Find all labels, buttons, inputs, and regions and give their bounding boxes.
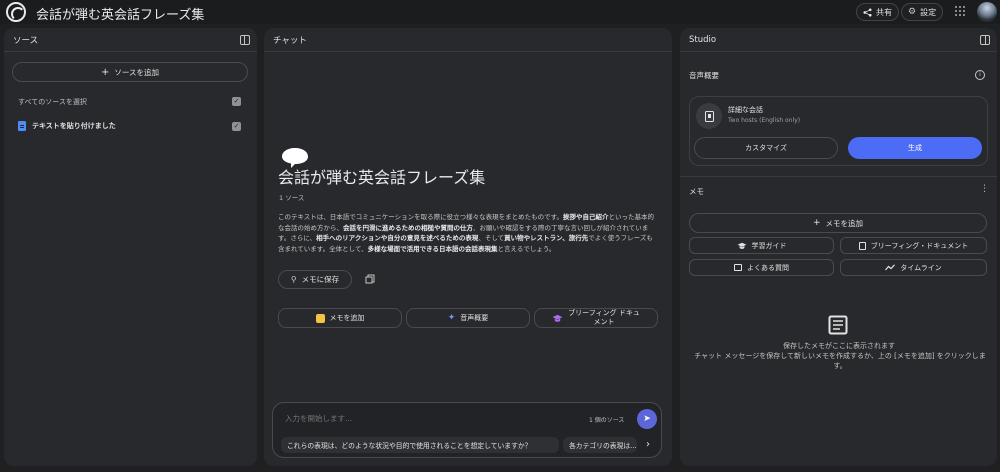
select-all-checkbox[interactable]: ✓ xyxy=(232,97,241,106)
source-item-checkbox[interactable]: ✓ xyxy=(232,122,241,131)
timeline-label: タイムライン xyxy=(900,263,942,272)
customize-button[interactable]: カスタマイズ xyxy=(694,137,838,159)
audio-file-icon xyxy=(696,103,722,129)
briefing-document-button[interactable]: ブリーフィング・ドキュメント xyxy=(840,237,987,254)
audio-overview-card: 詳細な会話 Two hosts (English only) カスタマイズ 生成 xyxy=(689,96,988,166)
summary-highlight: 挨拶や自己紹介 xyxy=(563,213,609,221)
audio-overview-chip-label: 音声概要 xyxy=(460,314,489,322)
share-label: 共有 xyxy=(876,7,892,17)
suggestion-chip[interactable]: これらの表現は、どのような状況や目的で使用されることを想定していますか？ xyxy=(281,437,559,453)
chat-header: チャット xyxy=(264,28,672,52)
summary-highlight: 会話を円滑に進めるための相槌や質問の仕方 xyxy=(343,223,473,232)
sources-title: ソース xyxy=(13,35,39,46)
gear-icon: ⚙ xyxy=(908,6,917,17)
collapse-panel-icon[interactable] xyxy=(240,35,250,45)
audio-overview-chip[interactable]: ✦ 音声概要 xyxy=(406,308,530,328)
summary-text: 、そして xyxy=(478,234,505,242)
plus-icon: + xyxy=(812,218,821,228)
send-icon: ➤ xyxy=(643,414,651,424)
summary-highlight: 買い物やレストラン、旅行先 xyxy=(504,234,589,242)
pin-icon: ⚲ xyxy=(290,274,297,284)
audio-card-title: 詳細な会話 xyxy=(728,106,763,114)
sources-panel: ソース + ソースを追加 すべてのソースを選択 ✓ テキストを貼り付けました ✓ xyxy=(4,28,257,466)
briefing-doc-chip-label: ブリーフィング ドキュメント xyxy=(568,309,640,326)
avatar[interactable] xyxy=(977,2,997,22)
notes-empty-body: チャット メッセージを保存して新しいメモを作成するか、上の [メモを追加] をク… xyxy=(694,352,986,370)
summary-text: このテキストは、日本語でコミュニケーションを取る際に役立つ様々な表現をまとめたも… xyxy=(278,213,564,221)
chevron-right-icon[interactable]: › xyxy=(641,437,655,453)
notes-title: メモ xyxy=(689,187,704,196)
faq-label: よくある質問 xyxy=(747,263,789,272)
add-note-button[interactable]: + メモを追加 xyxy=(689,213,987,233)
input-source-count: 1 個のソース xyxy=(589,417,625,424)
collapse-panel-icon[interactable] xyxy=(980,35,990,45)
add-note-chip[interactable]: メモを追加 xyxy=(278,308,402,328)
audio-overview-title: 音声概要 xyxy=(689,71,719,80)
timeline-icon xyxy=(885,264,896,271)
plus-icon: + xyxy=(100,66,110,78)
graduation-cap-icon xyxy=(552,314,563,322)
chat-input-box: 1 個のソース ➤ これらの表現は、どのような状況や目的で使用されることを想定し… xyxy=(272,402,662,458)
select-all-label: すべてのソースを選択 xyxy=(18,98,87,106)
settings-button[interactable]: ⚙ 設定 xyxy=(901,3,944,21)
save-to-note-label: メモに保存 xyxy=(301,275,340,284)
divider xyxy=(680,176,997,177)
share-icon xyxy=(863,7,872,17)
add-source-button[interactable]: + ソースを追加 xyxy=(12,62,248,82)
note-add-icon xyxy=(315,313,325,323)
send-button[interactable]: ➤ xyxy=(637,409,657,429)
apps-grid-icon[interactable] xyxy=(955,6,965,16)
source-item-label: テキストを貼り付けました xyxy=(32,122,116,130)
chat-title: チャット xyxy=(273,35,307,46)
studio-header: Studio xyxy=(680,28,997,52)
settings-label: 設定 xyxy=(920,7,937,17)
summary-text: と言えるでしょう。 xyxy=(497,244,556,253)
study-guide-button[interactable]: 学習ガイド xyxy=(689,237,834,254)
document-icon xyxy=(858,241,866,250)
add-note-chip-label: メモを追加 xyxy=(329,314,365,322)
study-guide-label: 学習ガイド xyxy=(751,241,787,250)
sources-header: ソース xyxy=(4,28,257,52)
notes-empty-icon xyxy=(828,315,848,335)
sparkle-audio-icon: ✦ xyxy=(447,313,456,323)
copy-icon[interactable] xyxy=(365,274,375,284)
faq-icon xyxy=(734,264,742,271)
studio-title: Studio xyxy=(689,34,717,45)
audio-card-subtitle: Two hosts (English only) xyxy=(728,117,801,124)
more-options-icon[interactable]: ⋮ xyxy=(980,185,989,194)
source-count: 1 ソース xyxy=(279,194,305,202)
notebooklm-logo-icon[interactable] xyxy=(6,2,26,22)
notebook-heading: 会話が弾む英会話フレーズ集 xyxy=(278,168,486,187)
graduation-cap-icon xyxy=(737,242,746,249)
notebook-summary: このテキストは、日本語でコミュニケーションを取る際に役立つ様々な表現をまとめたも… xyxy=(278,212,656,254)
briefing-document-label: ブリーフィング・ドキュメント xyxy=(870,241,969,250)
source-item[interactable]: テキストを貼り付けました xyxy=(18,121,238,131)
studio-panel: Studio 音声概要 i 詳細な会話 Two hosts (English o… xyxy=(680,28,997,466)
timeline-button[interactable]: タイムライン xyxy=(840,259,987,276)
document-icon xyxy=(18,121,26,131)
chat-panel: チャット 会話が弾む英会話フレーズ集 1 ソース このテキストは、日本語でコミュ… xyxy=(264,28,672,466)
summary-highlight: 多様な場面で活用できる日本語の会話表現集 xyxy=(367,244,498,253)
top-bar: 会話が弾む英会話フレーズ集 共有 ⚙ 設定 xyxy=(0,0,1000,24)
suggestion-chip[interactable]: 各カテゴリの表現は... xyxy=(563,437,637,453)
share-button[interactable]: 共有 xyxy=(856,3,899,21)
summary-highlight: 相手へのリアクションや自分の意見を述べるための表現 xyxy=(316,234,479,242)
briefing-doc-chip[interactable]: ブリーフィング ドキュメント xyxy=(534,308,658,328)
add-note-label: メモを追加 xyxy=(825,218,864,228)
notes-empty-title: 保存したメモがここに表示されます xyxy=(783,342,895,350)
faq-button[interactable]: よくある質問 xyxy=(689,259,834,276)
info-icon[interactable]: i xyxy=(975,70,985,80)
save-to-note-button[interactable]: ⚲ メモに保存 xyxy=(278,270,352,289)
add-source-label: ソースを追加 xyxy=(114,67,159,77)
generate-button[interactable]: 生成 xyxy=(848,137,982,159)
chat-input[interactable] xyxy=(285,411,565,425)
notebook-title[interactable]: 会話が弾む英会話フレーズ集 xyxy=(36,4,204,23)
